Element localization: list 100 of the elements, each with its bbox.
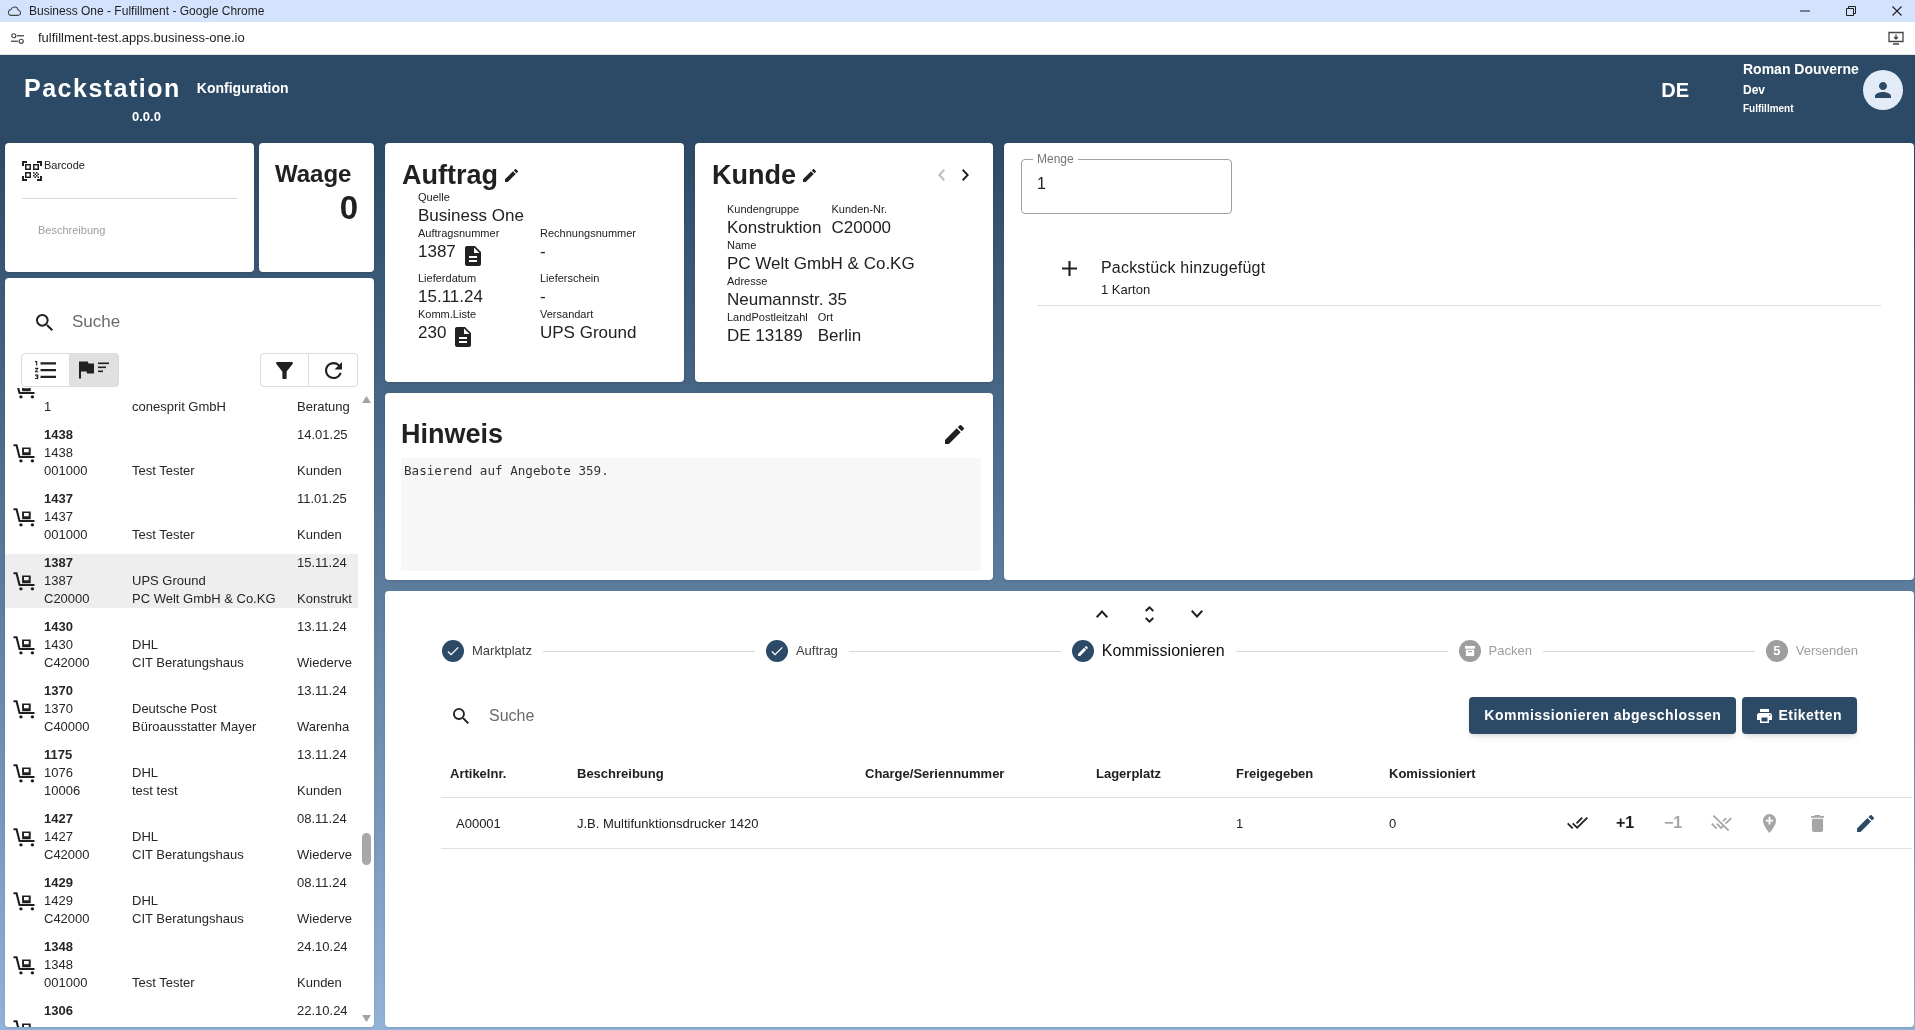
column-header: Beschreibung [577,766,664,781]
search-icon [453,707,469,724]
site-settings-icon[interactable] [11,32,24,44]
document-number: 1438 [44,444,73,462]
field-label: Barcode [44,159,85,172]
document-icon[interactable] [464,246,481,266]
document-icon[interactable] [455,327,472,347]
description-text: Beschreibung [38,223,106,237]
customer-name: test test [132,782,178,800]
card-title: Auftrag [402,160,498,190]
avatar-icon[interactable] [1863,70,1903,110]
chevron-up-icon[interactable] [1096,610,1108,618]
table-cell: 0 [1389,816,1397,831]
field-value: - [540,242,546,262]
customer-number: 001000 [44,526,88,544]
search-field[interactable]: Suche [72,306,358,338]
shipping-method: DHL [132,892,158,910]
order-date: 08.11.24 [297,810,347,828]
customer-name: conesprit GmbH [132,398,226,416]
customer-group: Warenha [297,718,350,736]
view-toggle[interactable] [21,353,70,387]
table-cell: 1 [1236,816,1244,831]
customer-group: Konstrukt [297,590,352,608]
search-icon [36,313,53,331]
refresh-icon [324,361,342,379]
plus-one-button[interactable]: +1 [1607,805,1643,841]
document-number: 1348 [44,956,73,974]
shipping-method: Deutsche Post [132,700,217,718]
user-role: Dev [1743,82,1765,98]
customer-group: Wiederve [297,846,352,864]
view-toggle[interactable] [70,353,119,387]
order-number: 1427 [44,810,73,828]
column-header: Komissioniert [1389,766,1476,781]
order-date: 22.10.24 [297,1002,348,1020]
configuration-link[interactable]: Konfiguration [196,79,289,97]
step-number: 5 [1765,640,1788,662]
user-name: Roman Douverne [1743,60,1859,78]
flag-sort-icon [79,361,109,379]
field-label: Auftragsnummer [418,226,500,240]
filter-button[interactable] [260,353,309,387]
card-title: Kunde [712,160,796,190]
search-field[interactable]: Suche [489,699,789,732]
field-label: Komm.Liste [418,307,477,321]
field-value: PC Welt GmbH & Co.KG [727,254,915,274]
cart-icon [13,827,35,847]
field-value: 230 [418,323,447,343]
url-text[interactable]: fulfillment-test.apps.business-one.io [38,29,245,47]
card-title: Hinweis [401,419,504,449]
document-number: 1430 [44,636,73,654]
shipping-method: DHL [132,636,158,654]
cart-icon [13,635,35,655]
customer-group: Kunden [297,462,342,480]
numbered-list-icon [35,361,56,379]
chevron-right-icon[interactable] [962,169,969,181]
stepper-step[interactable]: Auftrag [765,640,838,662]
order-list-item[interactable]: 1306 22.10.24 [5,1002,358,1027]
column-header: Artikelnr. [450,766,507,781]
printer-icon [1757,708,1773,723]
order-number: 1430 [44,618,73,636]
refresh-button[interactable] [309,353,358,387]
pencil-icon[interactable] [803,168,816,182]
customer-number: 001000 [44,974,88,992]
barcode-field[interactable]: Barcode [22,161,237,199]
field-label: Name [727,238,757,252]
order-list-item[interactable]: 1387 15.11.24 1387 UPS Ground C20000 PC Welt GmbH & Co.KG Konstrukt [5,554,358,608]
field-label: Adresse [727,274,768,288]
cart-icon [13,571,35,591]
stepper-step[interactable]: Marktplatz [442,640,532,662]
order-number: 1387 [44,554,73,572]
field-label: Lieferschein [540,271,600,285]
order-date: 11.01.25 [297,490,347,508]
field-value: C20000 [831,218,892,238]
close-icon[interactable] [1892,6,1902,16]
customer-group: Beratung [297,398,350,416]
pencil-icon[interactable] [945,424,964,444]
customer-name: CIT Beratungshaus [132,846,244,864]
order-date: 14.01.25 [297,426,348,444]
filter-icon [276,361,293,379]
order-date: 13.11.24 [297,746,347,764]
complete-picking-button[interactable]: Kommissionieren abgeschlossen [1469,697,1737,734]
scale-reading: 0 [339,189,358,227]
quantity-field[interactable]: Menge 1 [1021,152,1232,214]
scrollbar-thumb[interactable] [361,833,371,865]
install-app-icon[interactable] [1888,31,1904,45]
field-value: 1387 [418,242,456,262]
pencil-icon[interactable] [505,168,518,182]
restore-icon[interactable] [1846,6,1856,16]
customer-group: Kunden [297,782,342,800]
order-date: 13.11.24 [297,682,347,700]
field-value: Business One [418,206,524,226]
note-field[interactable]: Basierend auf Angebote 359. [401,458,981,571]
quantity-input[interactable]: 1 [1033,172,1220,196]
stepper-step[interactable]: Kommissionieren [1071,640,1225,662]
chevron-down-icon[interactable] [1191,610,1203,618]
customer-name: Büroausstatter Mayer [132,718,257,736]
customer-number: C40000 [44,718,90,736]
labels-button[interactable]: Etiketten [1742,697,1857,734]
chevron-up-down-icon[interactable] [1145,605,1154,623]
field-value: 15.11.24 [418,287,483,307]
app-title: Packstation [24,73,181,103]
